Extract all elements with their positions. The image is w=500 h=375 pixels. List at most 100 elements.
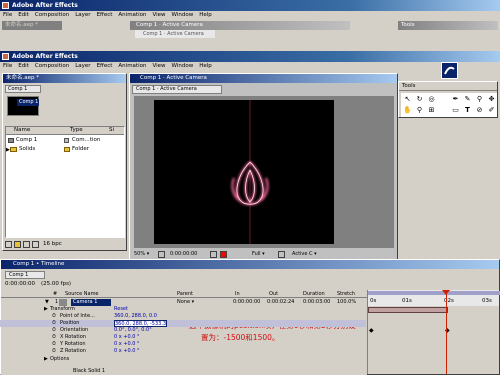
view-select[interactable]: Active C ▾: [292, 250, 317, 259]
property-row[interactable]: ⏱ X Rotation 0 x +0.0 °: [0, 334, 366, 341]
column-in[interactable]: In: [235, 290, 240, 297]
menu-item-effect[interactable]: Effect: [94, 12, 116, 18]
expand-triangle-icon[interactable]: ▶: [44, 306, 48, 313]
menu-item-help[interactable]: Help: [196, 63, 215, 69]
stopwatch-icon[interactable]: ⏱: [52, 334, 56, 341]
timeline-title[interactable]: Comp 1 • Timeline: [1, 260, 499, 269]
layer-in[interactable]: 0:00:00:00: [233, 299, 260, 306]
property-row[interactable]: ▶ Transform Reset: [0, 306, 366, 313]
zoom-icon[interactable]: ⚲: [415, 106, 424, 115]
column-parent[interactable]: Parent: [177, 290, 193, 297]
menu-item-file[interactable]: File: [0, 12, 15, 18]
menu-item-effect[interactable]: Effect: [94, 63, 116, 69]
menu-item-edit[interactable]: Edit: [15, 12, 32, 18]
composition-tab[interactable]: Comp 1 · Active Camera: [132, 85, 222, 94]
property-value[interactable]: 0 x +0.0 °: [114, 341, 140, 348]
stopwatch-icon[interactable]: ⏱: [52, 327, 56, 334]
property-value[interactable]: 0 x +0.0 °: [114, 348, 140, 355]
bit-depth-label[interactable]: 16 bpc: [43, 241, 62, 248]
menu-item-file[interactable]: File: [0, 63, 15, 69]
menu-item-window[interactable]: Window: [169, 12, 197, 18]
pan-behind-icon[interactable]: ⊞: [427, 106, 436, 115]
interpret-footage-icon[interactable]: [5, 241, 12, 248]
project-tab[interactable]: Comp 1: [5, 85, 41, 93]
time-ruler[interactable]: 0s 01s 02s 03s: [367, 290, 500, 306]
rectangle-icon[interactable]: ▭: [451, 106, 460, 115]
trash-icon[interactable]: [32, 241, 39, 248]
rotate-icon[interactable]: ↻: [415, 95, 424, 104]
expand-triangle-icon[interactable]: ▶: [44, 356, 48, 363]
timeline-timecode[interactable]: 0:00:00:00: [5, 281, 35, 288]
column-type[interactable]: Type: [70, 127, 83, 134]
menu-item-layer[interactable]: Layer: [72, 12, 93, 18]
property-value[interactable]: 360.0, 288.0, 0.0: [114, 313, 157, 320]
clone-stamp-icon[interactable]: ⚲: [475, 95, 484, 104]
menu-item-help[interactable]: Help: [196, 12, 215, 18]
channel-icon[interactable]: [220, 251, 227, 258]
stopwatch-icon[interactable]: ⏱: [52, 341, 56, 348]
column-out[interactable]: Out: [269, 290, 278, 297]
column-number[interactable]: #: [53, 290, 57, 297]
layer-name[interactable]: Camera 1: [71, 299, 111, 306]
layer-stretch[interactable]: 100.0%: [337, 299, 356, 306]
arrow-icon[interactable]: ↖: [403, 95, 412, 104]
menu-item-window[interactable]: Window: [169, 63, 197, 69]
camera-orbit-icon[interactable]: ◎: [427, 95, 436, 104]
menu-item-animation[interactable]: Animation: [115, 63, 149, 69]
new-folder-icon[interactable]: [14, 241, 21, 248]
pen-icon[interactable]: ✒: [451, 95, 460, 104]
camera-icon[interactable]: [210, 251, 217, 258]
stopwatch-icon[interactable]: ⏱: [52, 348, 56, 355]
region-icon[interactable]: [278, 251, 285, 258]
puppet-icon[interactable]: ✥: [487, 95, 496, 104]
column-stretch[interactable]: Stretch: [337, 290, 355, 297]
snapshot-icon[interactable]: [158, 251, 165, 258]
playhead[interactable]: [446, 290, 447, 374]
text-icon[interactable]: T: [463, 106, 472, 115]
hand-icon[interactable]: ✋: [403, 106, 412, 115]
project-panel-title[interactable]: 未命名.aep *: [3, 74, 126, 83]
property-value[interactable]: 360.0, 288.0, -533.3: [114, 320, 168, 327]
composition-window-title[interactable]: Comp 1 · Active Camera: [130, 74, 397, 83]
column-name[interactable]: Name: [14, 127, 30, 134]
menu-item-composition[interactable]: Composition: [32, 12, 72, 18]
zoom-select[interactable]: 50% ▾: [132, 251, 154, 258]
layer-duration[interactable]: 0:00:03:00: [303, 299, 330, 306]
project-item-solids[interactable]: ▶ Solids Folder: [6, 146, 124, 154]
column-duration[interactable]: Duration: [303, 290, 325, 297]
roto-icon[interactable]: ✐: [487, 106, 496, 115]
expand-triangle-icon[interactable]: ▼: [45, 299, 49, 306]
menu-item-view[interactable]: View: [149, 63, 168, 69]
project-item-comp[interactable]: Comp 1 Com...tion: [6, 137, 124, 145]
menu-item-composition[interactable]: Composition: [32, 63, 72, 69]
menu-item-edit[interactable]: Edit: [15, 63, 32, 69]
menu-item-layer[interactable]: Layer: [72, 63, 93, 69]
new-comp-icon[interactable]: [23, 241, 30, 248]
playhead-handle-icon[interactable]: [442, 290, 450, 295]
resolution-select[interactable]: Full ▾: [252, 250, 265, 259]
column-source-name[interactable]: Source Name: [65, 290, 99, 297]
layer-row-solid[interactable]: Black Solid 1: [1, 368, 367, 375]
property-row[interactable]: ▶ Options: [0, 356, 366, 363]
property-value[interactable]: 0 x +0.0 °: [114, 334, 140, 341]
property-value[interactable]: 0.0°, 0.0°, 0.0°: [114, 327, 152, 334]
property-row[interactable]: ⏱ Z Rotation 0 x +0.0 °: [0, 348, 366, 355]
property-value[interactable]: Reset: [114, 306, 128, 313]
menu-item-animation[interactable]: Animation: [115, 12, 149, 18]
layer-out[interactable]: 0:00:02:24: [267, 299, 294, 306]
menu-item-view[interactable]: View: [149, 12, 168, 18]
property-row[interactable]: ⏱ Y Rotation 0 x +0.0 °: [0, 341, 366, 348]
layer-duration-bar[interactable]: [368, 307, 448, 313]
layer-name[interactable]: Black Solid 1: [71, 368, 121, 375]
stopwatch-icon[interactable]: ⏱: [52, 320, 56, 327]
work-area-bar[interactable]: [368, 291, 500, 295]
property-row[interactable]: ⏱ Point of Inte... 360.0, 288.0, 0.0: [0, 313, 366, 320]
composition-viewer[interactable]: [134, 96, 394, 248]
stopwatch-icon[interactable]: ⏱: [52, 313, 56, 320]
property-row[interactable]: ⏱ Orientation 0.0°, 0.0°, 0.0°: [0, 327, 366, 334]
property-row[interactable]: ⏱ Position 360.0, 288.0, -533.3: [0, 320, 366, 327]
brush-icon[interactable]: ✎: [463, 95, 472, 104]
track-area[interactable]: ◆ ◆: [367, 306, 499, 374]
timecode-display[interactable]: 0:00:00:00: [170, 250, 197, 259]
app-titlebar[interactable]: Adobe After Effects: [0, 51, 500, 62]
